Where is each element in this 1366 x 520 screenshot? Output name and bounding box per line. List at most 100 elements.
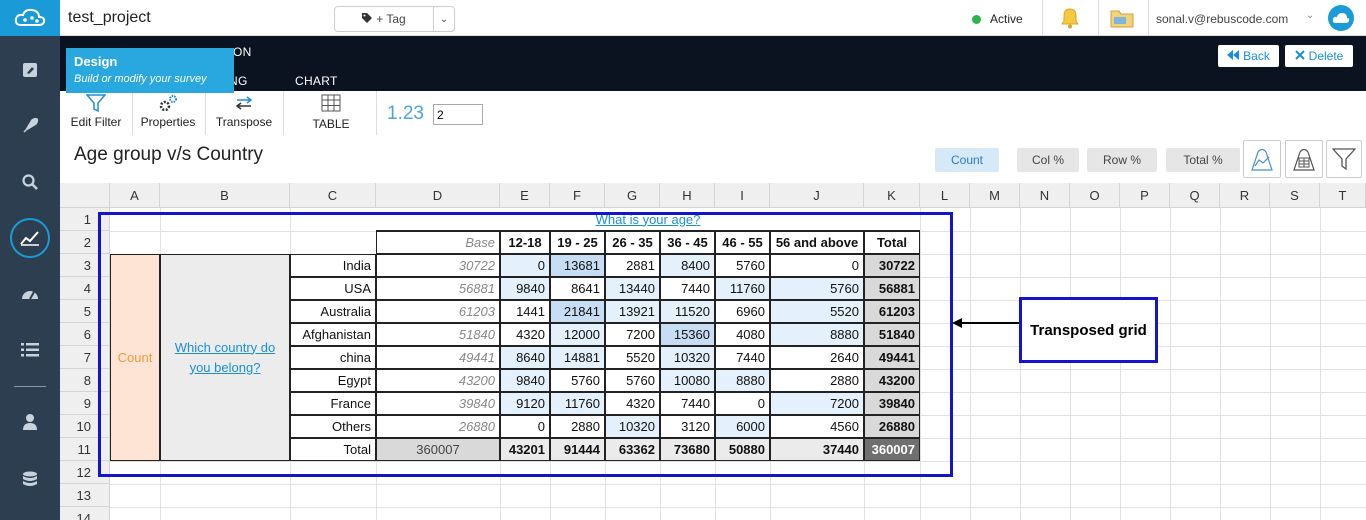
- data-cell[interactable]: 12000: [550, 323, 605, 346]
- nav-user-icon[interactable]: [0, 402, 60, 442]
- base-cell[interactable]: 49441: [376, 346, 500, 369]
- column-header[interactable]: G: [605, 183, 660, 208]
- bell-icon[interactable]: [1060, 7, 1080, 34]
- base-header-cell[interactable]: Base: [376, 231, 500, 254]
- data-cell[interactable]: 2880: [550, 415, 605, 438]
- age-header-cell[interactable]: 26 - 35: [605, 231, 660, 254]
- country-label[interactable]: USA: [290, 277, 376, 300]
- row-total-cell[interactable]: 51840: [864, 323, 920, 346]
- col-percent-button[interactable]: Col %: [1017, 148, 1079, 172]
- question-age-link[interactable]: What is your age?: [596, 212, 701, 227]
- country-label[interactable]: Afghanistan: [290, 323, 376, 346]
- country-label[interactable]: china: [290, 346, 376, 369]
- column-total-cell[interactable]: 43201: [500, 438, 550, 461]
- data-cell[interactable]: 5760: [770, 277, 864, 300]
- row-total-cell[interactable]: 56881: [864, 277, 920, 300]
- base-cell[interactable]: 26880: [376, 415, 500, 438]
- column-header[interactable]: E: [500, 183, 550, 208]
- question-country-cell[interactable]: Which country do you belong?: [160, 254, 290, 461]
- row-header[interactable]: 9: [60, 392, 110, 415]
- data-cell[interactable]: 8641: [550, 277, 605, 300]
- row-header[interactable]: 11: [60, 438, 110, 461]
- nav-search-icon[interactable]: [0, 162, 60, 202]
- data-cell[interactable]: 5520: [605, 346, 660, 369]
- data-cell[interactable]: 21841: [550, 300, 605, 323]
- nav-analytics-icon[interactable]: [0, 218, 60, 258]
- data-cell[interactable]: 7200: [605, 323, 660, 346]
- data-cell[interactable]: 10080: [660, 369, 715, 392]
- data-cell[interactable]: 11760: [715, 277, 770, 300]
- column-header[interactable]: M: [970, 183, 1020, 208]
- column-header[interactable]: H: [660, 183, 715, 208]
- column-header[interactable]: I: [715, 183, 770, 208]
- total-row-label[interactable]: Total: [290, 438, 376, 461]
- edit-filter-button[interactable]: Edit Filter: [64, 91, 128, 137]
- column-total-cell[interactable]: 73680: [660, 438, 715, 461]
- data-cell[interactable]: 0: [770, 254, 864, 277]
- age-header-cell[interactable]: 36 - 45: [660, 231, 715, 254]
- column-header[interactable]: L: [920, 183, 970, 208]
- nav-dashboard-icon[interactable]: [0, 274, 60, 314]
- base-cell[interactable]: 43200: [376, 369, 500, 392]
- data-cell[interactable]: 9840: [500, 369, 550, 392]
- add-tag-button[interactable]: + Tag: [334, 6, 434, 32]
- nav-launch-icon[interactable]: [0, 106, 60, 146]
- row-header[interactable]: 13: [60, 484, 110, 507]
- row-total-cell[interactable]: 43200: [864, 369, 920, 392]
- tab-design-partial[interactable]: ON: [233, 45, 252, 59]
- column-header[interactable]: B: [160, 183, 290, 208]
- column-header[interactable]: P: [1120, 183, 1170, 208]
- column-header[interactable]: A: [110, 183, 160, 208]
- data-cell[interactable]: 7440: [715, 346, 770, 369]
- row-header[interactable]: 5: [60, 300, 110, 323]
- nav-edit-icon[interactable]: [0, 50, 60, 90]
- country-label[interactable]: Australia: [290, 300, 376, 323]
- age-header-cell[interactable]: 46 - 55: [715, 231, 770, 254]
- data-cell[interactable]: 5760: [550, 369, 605, 392]
- base-cell[interactable]: 30722: [376, 254, 500, 277]
- data-cell[interactable]: 5520: [770, 300, 864, 323]
- column-header[interactable]: S: [1270, 183, 1320, 208]
- row-total-cell[interactable]: 61203: [864, 300, 920, 323]
- data-cell[interactable]: 9840: [500, 277, 550, 300]
- row-header[interactable]: 8: [60, 369, 110, 392]
- folder-icon[interactable]: [1110, 7, 1134, 34]
- data-cell[interactable]: 4080: [715, 323, 770, 346]
- age-header-cell[interactable]: 56 and above: [770, 231, 864, 254]
- data-cell[interactable]: 10320: [605, 415, 660, 438]
- base-cell[interactable]: 56881: [376, 277, 500, 300]
- data-cell[interactable]: 2640: [770, 346, 864, 369]
- data-cell[interactable]: 5760: [605, 369, 660, 392]
- filter-icon[interactable]: [1326, 140, 1362, 178]
- column-header[interactable]: R: [1220, 183, 1270, 208]
- data-cell[interactable]: 8640: [500, 346, 550, 369]
- data-cell[interactable]: 2880: [770, 369, 864, 392]
- row-total-cell[interactable]: 30722: [864, 254, 920, 277]
- data-cell[interactable]: 14881: [550, 346, 605, 369]
- data-cell[interactable]: 5760: [715, 254, 770, 277]
- data-cell[interactable]: 15360: [660, 323, 715, 346]
- row-header[interactable]: 6: [60, 323, 110, 346]
- row-total-cell[interactable]: 26880: [864, 415, 920, 438]
- column-header[interactable]: Q: [1170, 183, 1220, 208]
- delete-button[interactable]: Delete: [1285, 45, 1353, 67]
- row-header[interactable]: 3: [60, 254, 110, 277]
- weight-chart-icon[interactable]: [1243, 140, 1281, 178]
- base-total-cell[interactable]: 360007: [376, 438, 500, 461]
- data-cell[interactable]: 11520: [660, 300, 715, 323]
- row-header[interactable]: 7: [60, 346, 110, 369]
- user-email[interactable]: sonal.v@rebuscode.com: [1156, 12, 1288, 26]
- column-header[interactable]: J: [770, 183, 864, 208]
- data-cell[interactable]: 6000: [715, 415, 770, 438]
- grand-total-cell[interactable]: 360007: [864, 438, 920, 461]
- data-cell[interactable]: 13921: [605, 300, 660, 323]
- data-cell[interactable]: 0: [715, 392, 770, 415]
- column-header[interactable]: T: [1320, 183, 1366, 208]
- row-percent-button[interactable]: Row %: [1087, 148, 1157, 172]
- row-header[interactable]: 4: [60, 277, 110, 300]
- count-view-button[interactable]: Count: [935, 148, 999, 172]
- country-label[interactable]: India: [290, 254, 376, 277]
- weight-table-icon[interactable]: [1285, 140, 1323, 178]
- row-total-cell[interactable]: 49441: [864, 346, 920, 369]
- count-label-cell[interactable]: Count: [110, 254, 160, 461]
